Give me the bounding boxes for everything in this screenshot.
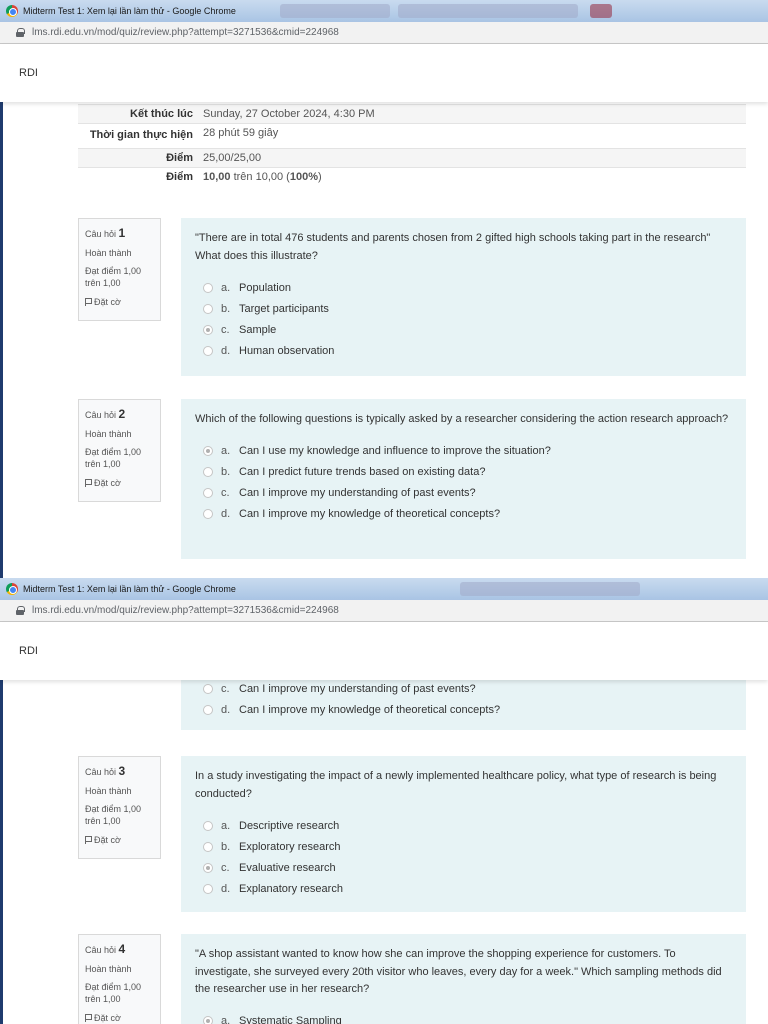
question-content-1: "There are in total 476 students and par… [181,218,746,376]
question-state: Hoàn thành [85,786,132,797]
radio-button[interactable] [203,820,213,831]
site-header: RDI [0,622,768,680]
radio-button[interactable] [203,883,213,894]
radio-button[interactable] [203,704,213,715]
radio-button-selected[interactable] [203,324,213,335]
answer-option[interactable]: b. Exploratory research [195,836,732,857]
answer-option[interactable]: b. Can I predict future trends based on e… [195,462,732,483]
lock-icon [16,606,25,615]
window-title: Midterm Test 1: Xem lại lần làm thử - Go… [23,6,236,16]
site-logo[interactable]: RDI [19,645,38,657]
answer-option[interactable]: c. Can I improve my understanding of past… [195,483,732,504]
site-header: RDI [0,44,768,102]
background-tab[interactable] [280,4,390,18]
question-content-4: "A shop assistant wanted to know how she… [181,934,746,1024]
question-content-2: Which of the following questions is typi… [181,399,746,559]
radio-button-selected[interactable] [203,1016,213,1024]
answer-option[interactable]: d. Can I improve my knowledge of theoreti… [195,504,732,525]
question-state: Hoàn thành [85,429,132,440]
flag-icon [85,297,92,306]
background-tab[interactable] [460,582,640,596]
flag-question-button[interactable]: Đặt cờ [85,477,154,489]
window-edge [0,44,3,578]
flag-question-button[interactable]: Đặt cờ [85,1012,154,1024]
answer-option[interactable]: b. Target participants [195,298,732,319]
question-grade: Đạt điểm 1,00 trên 1,00 [85,447,142,470]
title-bar: Midterm Test 1: Xem lại lần làm thử - Go… [0,578,768,600]
summary-row: Thời gian thực hiện 28 phút 59 giây [78,123,746,149]
question-text: "A shop assistant wanted to know how she… [195,948,722,996]
question-grade: Đạt điểm 1,00 trên 1,00 [85,266,142,289]
window-title: Midterm Test 1: Xem lại lần làm thử - Go… [23,584,236,594]
answer-option[interactable]: c. Evaluative research [195,857,732,878]
summary-row: Kết thúc lúc Sunday, 27 October 2024, 4:… [78,104,746,124]
radio-button[interactable] [203,683,213,694]
question-grade: Đạt điểm 1,00 trên 1,00 [85,804,142,827]
chrome-icon [6,5,18,17]
question-state: Hoàn thành [85,248,132,259]
answer-option[interactable]: a. Population [195,277,732,298]
chrome-icon [6,583,18,595]
radio-button[interactable] [203,467,213,478]
title-bar: Midterm Test 1: Xem lại lần làm thử - Go… [0,0,768,22]
grade-value: 10,00 trên 10,00 (100%) [198,166,746,186]
answer-option[interactable]: d. Explanatory research [195,878,732,899]
review-summary-table: Kết thúc lúc Sunday, 27 October 2024, 4:… [78,104,746,186]
answer-option[interactable]: a. Systematic Sampling [195,1011,732,1024]
radio-button[interactable] [203,345,213,356]
summary-row: Điểm 25,00/25,00 [78,147,746,168]
question-info-2: Câu hỏi 2 Hoàn thành Đạt điểm 1,00 trên … [78,399,161,502]
radio-button-selected[interactable] [203,446,213,457]
question-info-1: Câu hỏi 1 Hoàn thành Đạt điểm 1,00 trên … [78,218,161,321]
question-state: Hoàn thành [85,964,132,975]
answer-option[interactable]: c. Can I improve my understanding of past… [195,678,732,699]
address-bar[interactable]: lms.rdi.edu.vn/mod/quiz/review.php?attem… [0,22,768,44]
browser-window-2: Midterm Test 1: Xem lại lần làm thử - Go… [0,578,768,1024]
question-grade: Đạt điểm 1,00 trên 1,00 [85,982,142,1005]
background-tab[interactable] [398,4,578,18]
site-logo[interactable]: RDI [19,67,38,79]
browser-window-1: Midterm Test 1: Xem lại lần làm thử - Go… [0,0,768,578]
answer-option[interactable]: a. Can I use my knowledge and influence t… [195,441,732,462]
answer-option[interactable]: a. Descriptive research [195,815,732,836]
lock-icon [16,28,25,37]
summary-row: Điểm 10,00 trên 10,00 (100%) [78,166,746,186]
radio-button[interactable] [203,488,213,499]
address-bar[interactable]: lms.rdi.edu.vn/mod/quiz/review.php?attem… [0,600,768,622]
url-text[interactable]: lms.rdi.edu.vn/mod/quiz/review.php?attem… [32,605,339,616]
radio-button[interactable] [203,303,213,314]
url-text[interactable]: lms.rdi.edu.vn/mod/quiz/review.php?attem… [32,27,339,38]
window-edge [0,622,3,1024]
answer-option[interactable]: d. Human observation [195,340,732,361]
radio-button[interactable] [203,509,213,520]
new-tab-button[interactable] [590,4,612,18]
flag-icon [85,835,92,844]
flag-question-button[interactable]: Đặt cờ [85,296,154,308]
question-text: In a study investigating the impact of a… [195,770,717,800]
radio-button-selected[interactable] [203,862,213,873]
radio-button[interactable] [203,282,213,293]
flag-icon [85,1013,92,1022]
question-content-3: In a study investigating the impact of a… [181,756,746,912]
flag-question-button[interactable]: Đặt cờ [85,834,154,846]
radio-button[interactable] [203,841,213,852]
question-info-3: Câu hỏi 3 Hoàn thành Đạt điểm 1,00 trên … [78,756,161,859]
flag-icon [85,478,92,487]
answer-option[interactable]: d. Can I improve my knowledge of theoreti… [195,699,732,720]
answer-option[interactable]: c. Sample [195,319,732,340]
question-text: "There are in total 476 students and par… [195,232,711,262]
question-content-2-continued: c. Can I improve my understanding of past… [181,676,746,730]
question-text: Which of the following questions is typi… [195,413,729,425]
question-info-4: Câu hỏi 4 Hoàn thành Đạt điểm 1,00 trên … [78,934,161,1024]
